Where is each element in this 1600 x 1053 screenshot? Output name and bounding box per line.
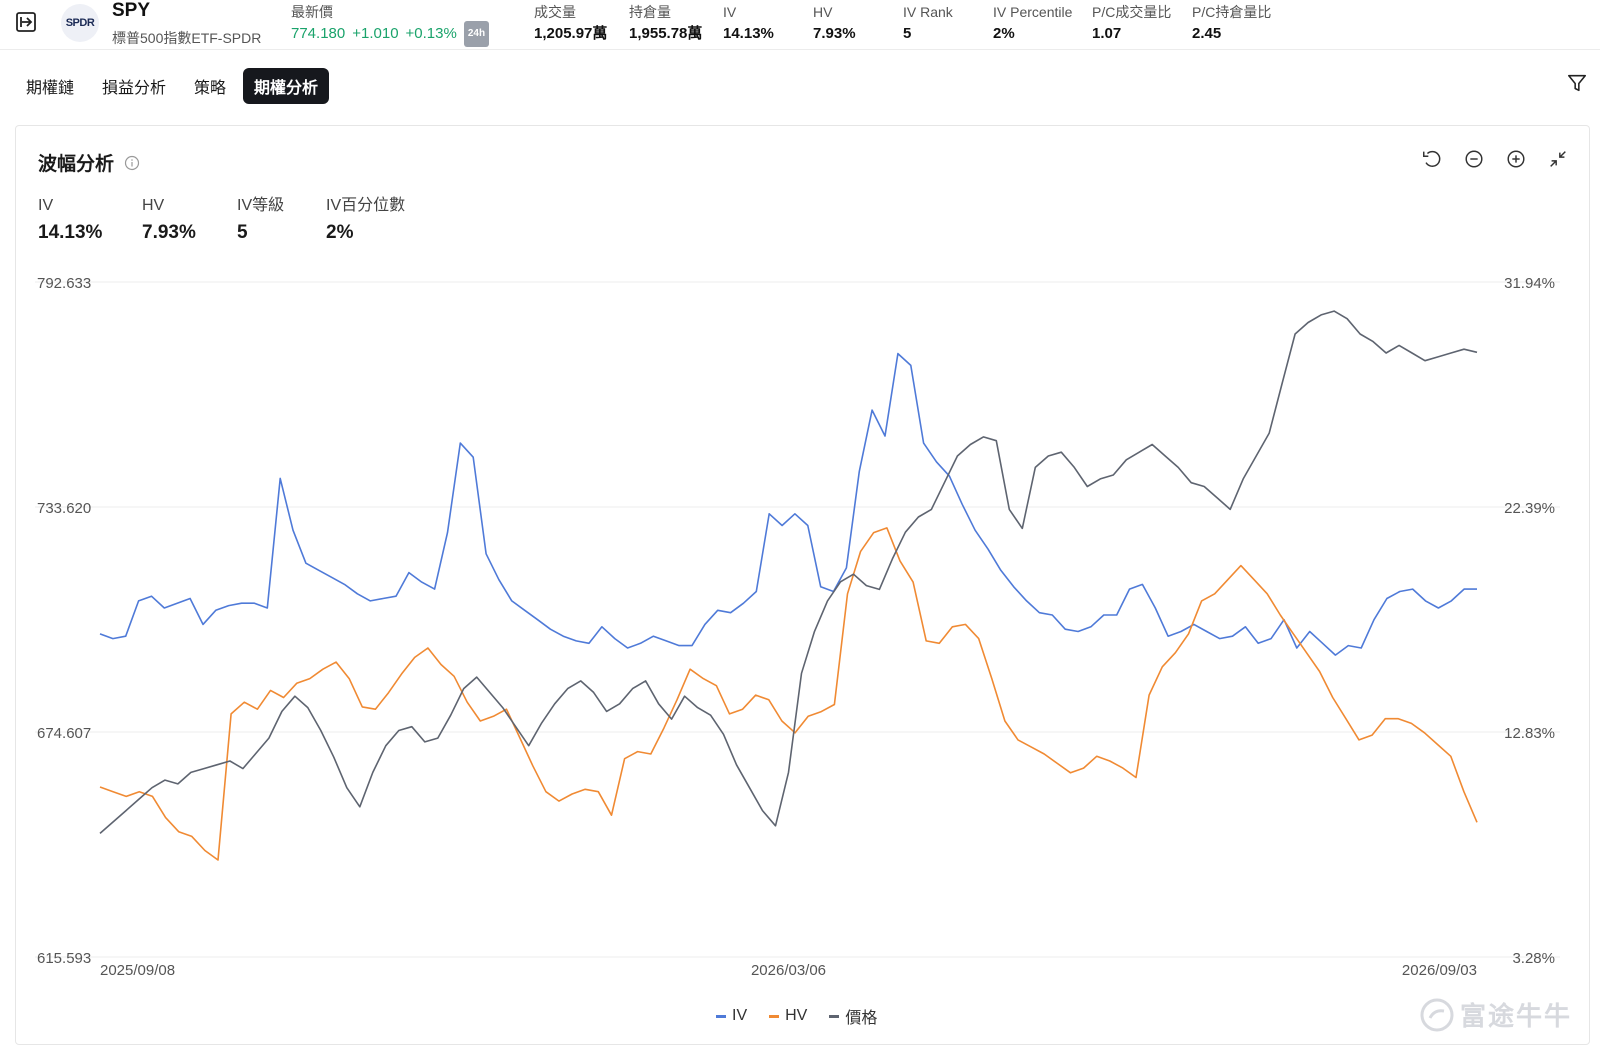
chart-legend: IV HV 價格: [716, 1004, 877, 1028]
legend-item-hv[interactable]: HV: [769, 1004, 807, 1028]
x-axis-tick: 2026/09/03: [1402, 962, 1477, 979]
x-axis-tick: 2025/09/08: [100, 962, 175, 979]
watermark-text: 富途牛牛: [1460, 1001, 1573, 1031]
series-line-iv: [99, 352, 1477, 656]
right-axis-tick: 22.39%: [1504, 500, 1555, 517]
brand-logo-icon: [1420, 998, 1454, 1031]
legend-swatch: [716, 1014, 726, 1018]
right-axis-tick: 12.83%: [1504, 725, 1555, 742]
legend-label: IV: [732, 1007, 748, 1024]
left-axis-tick: 733.620: [37, 500, 91, 517]
legend-item-price[interactable]: 價格: [829, 1004, 877, 1028]
x-axis-tick: 2026/03/06: [751, 962, 826, 979]
right-axis-tick: 31.94%: [1504, 275, 1555, 292]
series-line-hv: [99, 527, 1478, 861]
right-axis-tick: 3.28%: [1512, 950, 1555, 967]
legend-item-iv[interactable]: IV: [716, 1004, 747, 1028]
brand-watermark: 富途牛牛: [1420, 996, 1572, 1033]
legend-label: 價格: [845, 1010, 878, 1027]
series-line-price: [99, 310, 1478, 835]
left-axis-tick: 615.593: [37, 950, 91, 967]
legend-label: HV: [785, 1007, 808, 1024]
left-axis-tick: 674.607: [37, 725, 91, 742]
left-axis-tick: 792.633: [37, 275, 91, 292]
legend-swatch: [769, 1014, 780, 1018]
legend-swatch: [829, 1014, 840, 1018]
volatility-chart[interactable]: 792.633 31.94% 733.620 22.39% 674.607 12.83% 6…: [0, 0, 1600, 1053]
